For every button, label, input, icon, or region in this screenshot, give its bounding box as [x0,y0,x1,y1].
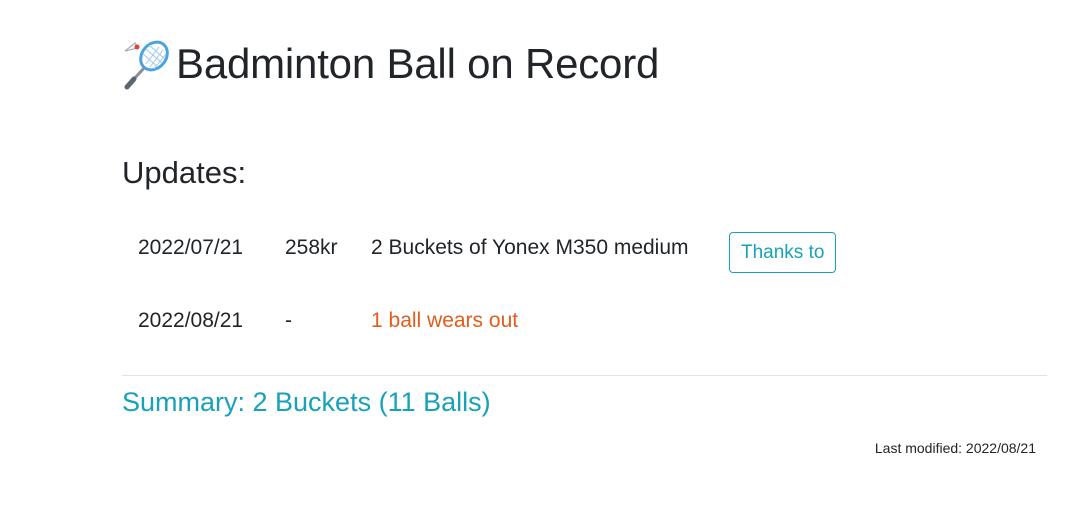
summary-text: Summary: 2 Buckets (11 Balls) [122,387,491,417]
update-price: 258kr [285,236,338,259]
last-modified: Last modified: 2022/08/21 [874,440,1036,456]
page-title: Badminton Ball on Record [122,36,659,92]
update-date: 2022/07/21 [138,236,244,259]
badminton-racket-icon [122,37,176,91]
update-date: 2022/08/21 [138,309,244,332]
update-price: - [285,309,292,332]
update-description: 1 ball wears out [371,309,519,332]
divider [122,375,1047,376]
page-title-text: Badminton Ball on Record [176,40,660,87]
thanks-to-button[interactable]: Thanks to [729,232,837,273]
updates-heading: Updates: [122,155,247,190]
update-action-cell: Thanks to [729,232,837,273]
update-description: 2 Buckets of Yonex M350 medium [371,236,689,259]
page: Badminton Ball on Record Updates: 2022/0… [0,0,1080,505]
